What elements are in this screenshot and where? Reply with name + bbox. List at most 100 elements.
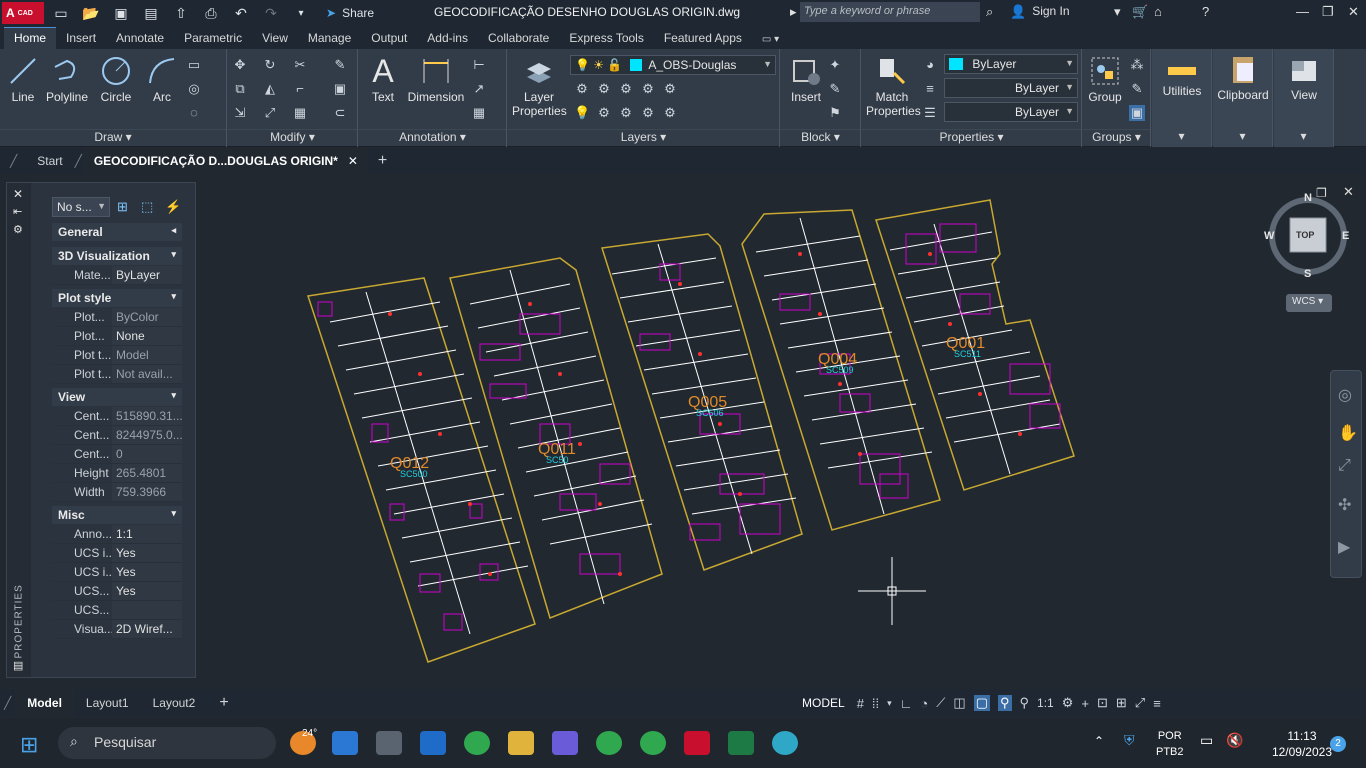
undo-icon[interactable]: ↶ xyxy=(232,5,250,22)
new-icon[interactable]: ▭ xyxy=(52,5,70,22)
ungroup-icon[interactable]: ⁂ xyxy=(1129,57,1145,73)
workspace-gear-icon[interactable]: ⚙ xyxy=(1062,695,1074,711)
compass-west[interactable]: W xyxy=(1264,230,1274,242)
tab-home[interactable]: Home xyxy=(4,27,57,49)
property-row[interactable]: UCS i... Yes xyxy=(52,563,182,582)
grid-icon[interactable]: # xyxy=(857,696,864,711)
dimension-button[interactable]: Dimension xyxy=(405,55,467,104)
annotation-visibility-icon[interactable]: ⚲ xyxy=(997,695,1012,711)
palette-autohide-icon[interactable]: ⇤ xyxy=(13,205,22,218)
layer-thaw-icon[interactable]: ⚙ xyxy=(640,105,656,121)
palette-settings-icon[interactable]: ⚙ xyxy=(13,223,23,236)
isolate-icon[interactable]: ⊡ xyxy=(1097,695,1108,711)
close-tab-icon[interactable]: ✕ xyxy=(348,154,358,168)
cart-icon[interactable]: 🛒 xyxy=(1132,4,1148,20)
fullscreen-icon[interactable]: ⤢ xyxy=(1135,695,1145,711)
linetype-icon[interactable]: ≡ xyxy=(922,81,938,97)
property-row[interactable]: Height 265.4801 xyxy=(52,464,182,483)
redo-icon[interactable]: ↷ xyxy=(262,5,280,22)
property-row[interactable]: Width 759.3966 xyxy=(52,483,182,502)
property-row[interactable]: Plot... None xyxy=(52,327,182,346)
text-button[interactable]: A Text xyxy=(367,55,399,104)
minimize-icon[interactable]: — xyxy=(1296,4,1309,19)
layer-lock-icon[interactable]: ⚙ xyxy=(640,81,656,97)
save-as-icon[interactable]: ▤ xyxy=(142,5,160,22)
scale-icon[interactable]: ⤢ xyxy=(262,105,278,121)
property-row[interactable]: UCS... Yes xyxy=(52,582,182,601)
tab-drawing[interactable]: GEOCODIFICAÇÃO D...DOUGLAS ORIGIN* ✕ xyxy=(83,148,368,174)
orbit-icon[interactable]: ✣ xyxy=(1338,495,1351,515)
customize-dropdown-icon[interactable]: ▾ xyxy=(292,8,310,19)
ribbon-minimize-toggle[interactable]: ▭ ▾ xyxy=(752,31,789,49)
layer-dropdown[interactable]: 💡 ☀ 🔓 A_OBS-Douglas ▼ xyxy=(570,55,776,75)
view-expand-icon[interactable]: ▾ xyxy=(1274,129,1333,145)
group-selection-icon[interactable]: ▣ xyxy=(1129,105,1145,121)
clipboard-panel[interactable]: Clipboard ▾ xyxy=(1213,49,1273,147)
property-row[interactable]: Plot... ByColor xyxy=(52,308,182,327)
tab-collaborate[interactable]: Collaborate xyxy=(478,28,559,49)
windows-start-icon[interactable]: ⊞ xyxy=(20,732,38,758)
close-icon[interactable]: ✕ xyxy=(1348,4,1359,20)
create-block-icon[interactable]: ✦ xyxy=(827,57,843,73)
clock[interactable]: 11:13 12/09/2023 xyxy=(1272,728,1332,760)
print-icon[interactable]: ⎙ xyxy=(202,5,220,22)
palette-options-icon[interactable]: ▤ xyxy=(13,659,23,672)
lineweight-dropdown[interactable]: ByLayer ▼ xyxy=(944,102,1078,122)
line-button[interactable]: Line xyxy=(6,55,40,104)
property-row[interactable]: Cent... 0 xyxy=(52,445,182,464)
tab-addins[interactable]: Add-ins xyxy=(417,28,478,49)
selection-cycling-icon[interactable]: ▢ xyxy=(973,695,990,711)
open-icon[interactable]: 📂 xyxy=(82,5,100,22)
save-icon[interactable]: ▣ xyxy=(112,5,130,22)
add-icon[interactable]: + xyxy=(1081,696,1089,711)
annotation-panel-title[interactable]: Annotation ▾ xyxy=(359,129,506,145)
ortho-icon[interactable]: ∟ xyxy=(900,696,913,711)
hardware-accel-icon[interactable]: ⊞ xyxy=(1116,695,1127,711)
stretch-icon[interactable]: ⇲ xyxy=(232,105,248,121)
security-tray-icon[interactable]: ⛨ xyxy=(1124,732,1135,749)
linetype-dropdown[interactable]: ByLayer ▼ xyxy=(944,78,1078,98)
fillet-icon[interactable]: ⌐ xyxy=(292,81,308,97)
outlook-icon[interactable] xyxy=(420,731,446,755)
block-panel-title[interactable]: Block ▾ xyxy=(781,129,860,145)
property-row[interactable]: Mate... ByLayer xyxy=(52,266,182,285)
search-expand-icon[interactable]: ▸ xyxy=(790,4,797,20)
help-icon[interactable]: ? xyxy=(1202,4,1209,19)
tab-manage[interactable]: Manage xyxy=(298,28,361,49)
rotate-icon[interactable]: ↻ xyxy=(262,57,278,73)
copy-icon[interactable]: ⧉ xyxy=(232,81,248,97)
calculator-icon[interactable] xyxy=(376,731,402,755)
chrome-profile-2-icon[interactable] xyxy=(640,731,666,755)
layer-freeze-icon[interactable]: ⚙ xyxy=(618,81,634,97)
edit-attributes-icon[interactable]: ⚑ xyxy=(827,105,843,121)
snap-dropdown-icon[interactable]: ▾ xyxy=(887,698,892,709)
section-view[interactable]: View ▾ xyxy=(52,388,182,406)
tab-output[interactable]: Output xyxy=(361,28,417,49)
model-space-button[interactable]: MODEL xyxy=(798,694,849,712)
tab-view[interactable]: View xyxy=(252,28,298,49)
signin-dropdown-icon[interactable]: ▾ xyxy=(1114,4,1121,20)
layer-match-icon[interactable]: ⚙ xyxy=(596,105,612,121)
tab-layout1[interactable]: Layout1 xyxy=(74,696,141,710)
layout-menu-icon[interactable]: ╱ xyxy=(0,696,15,710)
group-button[interactable]: Group xyxy=(1085,55,1125,104)
section-misc[interactable]: Misc ▾ xyxy=(52,506,182,524)
new-layout-icon[interactable]: + xyxy=(207,694,240,712)
app-icon[interactable] xyxy=(552,731,578,755)
ucs-dropdown[interactable]: WCS ▾ xyxy=(1286,294,1332,312)
autoscale-icon[interactable]: ⚲ xyxy=(1020,695,1030,711)
layer-walk-icon[interactable]: ⚙ xyxy=(662,81,678,97)
volume-icon[interactable]: 🔇 xyxy=(1226,732,1243,749)
restore-icon[interactable]: ❐ xyxy=(1322,4,1334,20)
tab-layout2[interactable]: Layout2 xyxy=(141,696,208,710)
view-panel[interactable]: View ▾ xyxy=(1274,49,1334,147)
vscode-icon[interactable] xyxy=(332,731,358,755)
compass-north[interactable]: N xyxy=(1304,192,1312,204)
menu-toggle-icon[interactable]: ╱ xyxy=(0,148,27,174)
palette-close-icon[interactable]: ✕ xyxy=(13,187,23,201)
chrome-icon[interactable] xyxy=(464,731,490,755)
property-row[interactable]: Anno... 1:1 xyxy=(52,525,182,544)
zoom-extents-icon[interactable]: ⤢ xyxy=(1338,457,1351,475)
viewport-close-icon[interactable]: ✕ xyxy=(1343,184,1354,200)
tab-model[interactable]: Model xyxy=(15,689,74,717)
